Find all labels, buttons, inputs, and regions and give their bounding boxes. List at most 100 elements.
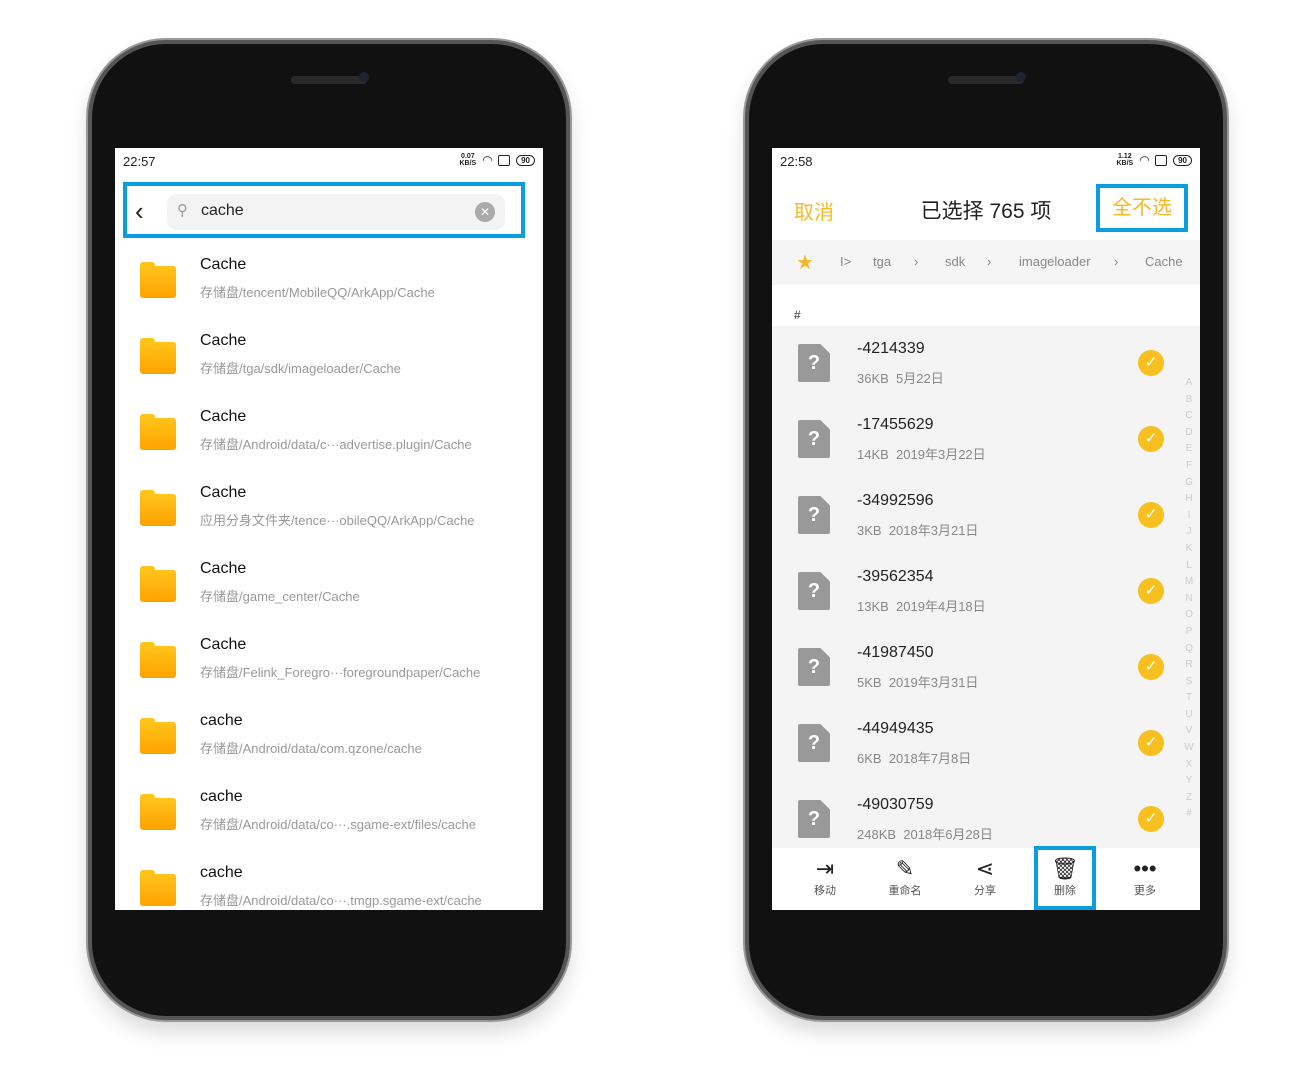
index-letter[interactable]: #	[1184, 806, 1194, 823]
clear-icon[interactable]: ✕	[475, 202, 495, 222]
index-letter[interactable]: F	[1184, 458, 1194, 475]
index-letter[interactable]: E	[1184, 441, 1194, 458]
unknown-file-icon: ?	[798, 572, 830, 610]
index-letter[interactable]: B	[1184, 392, 1194, 409]
file-name: -39562354	[857, 568, 934, 585]
search-input[interactable]	[201, 202, 441, 220]
index-letter[interactable]: M	[1184, 574, 1194, 591]
search-icon: ⚲	[177, 202, 188, 219]
index-letter[interactable]: U	[1184, 707, 1194, 724]
index-letter[interactable]: Z	[1184, 790, 1194, 807]
speaker	[291, 76, 367, 84]
cancel-button[interactable]: 取消	[794, 196, 834, 225]
file-size: 6KB	[857, 751, 882, 766]
crumb-tga[interactable]: tga	[873, 254, 891, 269]
index-letter[interactable]: D	[1184, 425, 1194, 442]
index-letter[interactable]: X	[1184, 757, 1194, 774]
action-4-button[interactable]: ••• 更多	[1115, 848, 1175, 910]
list-item[interactable]: Cache 存储盘/Felink_Foregro···foregroundpape…	[115, 628, 543, 704]
search-screen: 22:57 0.07 KB/S ◠ 90 ‹ ⚲ ✕ Cache 存储盘/tencen…	[115, 148, 543, 910]
action-1-button[interactable]: ✎ 重命名	[875, 848, 935, 910]
file-row[interactable]: ? -34992596 3KB 2018年3月21日 ✓	[772, 478, 1200, 554]
index-letter[interactable]: T	[1184, 690, 1194, 707]
index-letter[interactable]: J	[1184, 524, 1194, 541]
file-row[interactable]: ? -44949435 6KB 2018年7月8日 ✓	[772, 706, 1200, 782]
crumb-sdk[interactable]: sdk	[945, 254, 965, 269]
file-row[interactable]: ? -17455629 14KB 2019年3月22日 ✓	[772, 402, 1200, 478]
deselect-all-button[interactable]: 全不选	[1096, 184, 1188, 232]
index-letter[interactable]: N	[1184, 591, 1194, 608]
index-letter[interactable]: W	[1184, 740, 1194, 757]
list-item[interactable]: Cache 存储盘/tga/sdk/imageloader/Cache	[115, 324, 543, 400]
section-header: #	[794, 308, 801, 322]
folder-icon	[140, 262, 176, 298]
index-letter[interactable]: O	[1184, 607, 1194, 624]
list-item[interactable]: cache 存储盘/Android/data/co···.sgame-ext/fi…	[115, 780, 543, 856]
file-row[interactable]: ? -39562354 13KB 2019年4月18日 ✓	[772, 554, 1200, 630]
check-icon[interactable]: ✓	[1138, 426, 1164, 452]
battery-icon: 90	[1173, 154, 1192, 166]
check-icon[interactable]: ✓	[1138, 806, 1164, 832]
index-letter[interactable]: V	[1184, 723, 1194, 740]
check-icon[interactable]: ✓	[1138, 502, 1164, 528]
file-row[interactable]: ? -49030759 248KB 2018年6月28日 ✓	[772, 782, 1200, 858]
list-item[interactable]: cache 存储盘/Android/data/co···.tmgp.sgame-e…	[115, 856, 543, 910]
folder-icon	[140, 794, 176, 830]
file-name: -17455629	[857, 416, 934, 433]
list-item[interactable]: cache 存储盘/Android/data/com.qzone/cache	[115, 704, 543, 780]
check-icon[interactable]: ✓	[1138, 654, 1164, 680]
index-letter[interactable]: A	[1184, 375, 1194, 392]
file-date: 2019年3月22日	[896, 447, 986, 462]
index-letter[interactable]: Q	[1184, 641, 1194, 658]
chevron-icon: ›	[1114, 254, 1119, 269]
status-bar: 22:58 1.12 KB/S ◠ 90	[772, 148, 1200, 178]
folder-icon	[140, 566, 176, 602]
index-letter[interactable]: G	[1184, 475, 1194, 492]
crumb-cache[interactable]: Cache	[1145, 254, 1183, 269]
index-letter[interactable]: R	[1184, 657, 1194, 674]
chevron-icon: ›	[987, 254, 992, 269]
check-icon[interactable]: ✓	[1138, 578, 1164, 604]
back-icon[interactable]: ‹	[135, 196, 144, 227]
check-icon[interactable]: ✓	[1138, 730, 1164, 756]
unknown-file-icon: ?	[798, 420, 830, 458]
crumb-imageloader[interactable]: imageloader	[1019, 254, 1091, 269]
file-size: 3KB	[857, 523, 882, 538]
list-item[interactable]: Cache 应用分身文件夹/tence···obileQQ/ArkApp/Cach…	[115, 476, 543, 552]
list-item[interactable]: Cache 存储盘/Android/data/c···advertise.plug…	[115, 400, 543, 476]
folder-name: cache	[200, 788, 243, 805]
index-letter[interactable]: H	[1184, 491, 1194, 508]
file-meta: 5KB 2019年3月31日	[857, 672, 978, 691]
action-0-button[interactable]: ⇥ 移动	[795, 848, 855, 910]
folder-icon	[140, 870, 176, 906]
star-icon[interactable]: ★	[796, 250, 814, 275]
index-letter[interactable]: K	[1184, 541, 1194, 558]
list-item[interactable]: Cache 存储盘/tencent/MobileQQ/ArkApp/Cache	[115, 248, 543, 324]
index-letter[interactable]: P	[1184, 624, 1194, 641]
check-icon[interactable]: ✓	[1138, 350, 1164, 376]
file-meta: 248KB 2018年6月28日	[857, 824, 993, 843]
file-row[interactable]: ? -41987450 5KB 2019年3月31日 ✓	[772, 630, 1200, 706]
alphabet-index[interactable]: A B C D E F G H I J K L M N O P Q R S T U V W X Y Z #	[1184, 375, 1194, 823]
file-row[interactable]: ? -4214339 36KB 5月22日 ✓	[772, 326, 1200, 402]
index-letter[interactable]: Y	[1184, 773, 1194, 790]
action-2-button[interactable]: ⋖ 分享	[955, 848, 1015, 910]
folder-name: Cache	[200, 332, 247, 349]
index-letter[interactable]: S	[1184, 674, 1194, 691]
folder-path: 存储盘/tencent/MobileQQ/ArkApp/Cache	[200, 285, 435, 300]
status-bar: 22:57 0.07 KB/S ◠ 90	[115, 148, 543, 178]
search-field[interactable]: ⚲ ✕	[167, 194, 505, 230]
folder-name: cache	[200, 864, 243, 881]
file-date: 2019年3月31日	[888, 675, 979, 690]
file-date: 2018年7月8日	[888, 751, 972, 766]
list-item[interactable]: Cache 存储盘/game_center/Cache	[115, 552, 543, 628]
file-size: 14KB	[857, 447, 889, 462]
root-icon[interactable]: I>	[840, 254, 851, 269]
index-letter[interactable]: C	[1184, 408, 1194, 425]
action-label: 更多	[1134, 885, 1156, 897]
file-size: 13KB	[857, 599, 889, 614]
file-size: 248KB	[857, 827, 897, 842]
index-letter[interactable]: L	[1184, 558, 1194, 575]
index-letter[interactable]: I	[1184, 508, 1194, 525]
file-size: 36KB	[857, 371, 889, 386]
